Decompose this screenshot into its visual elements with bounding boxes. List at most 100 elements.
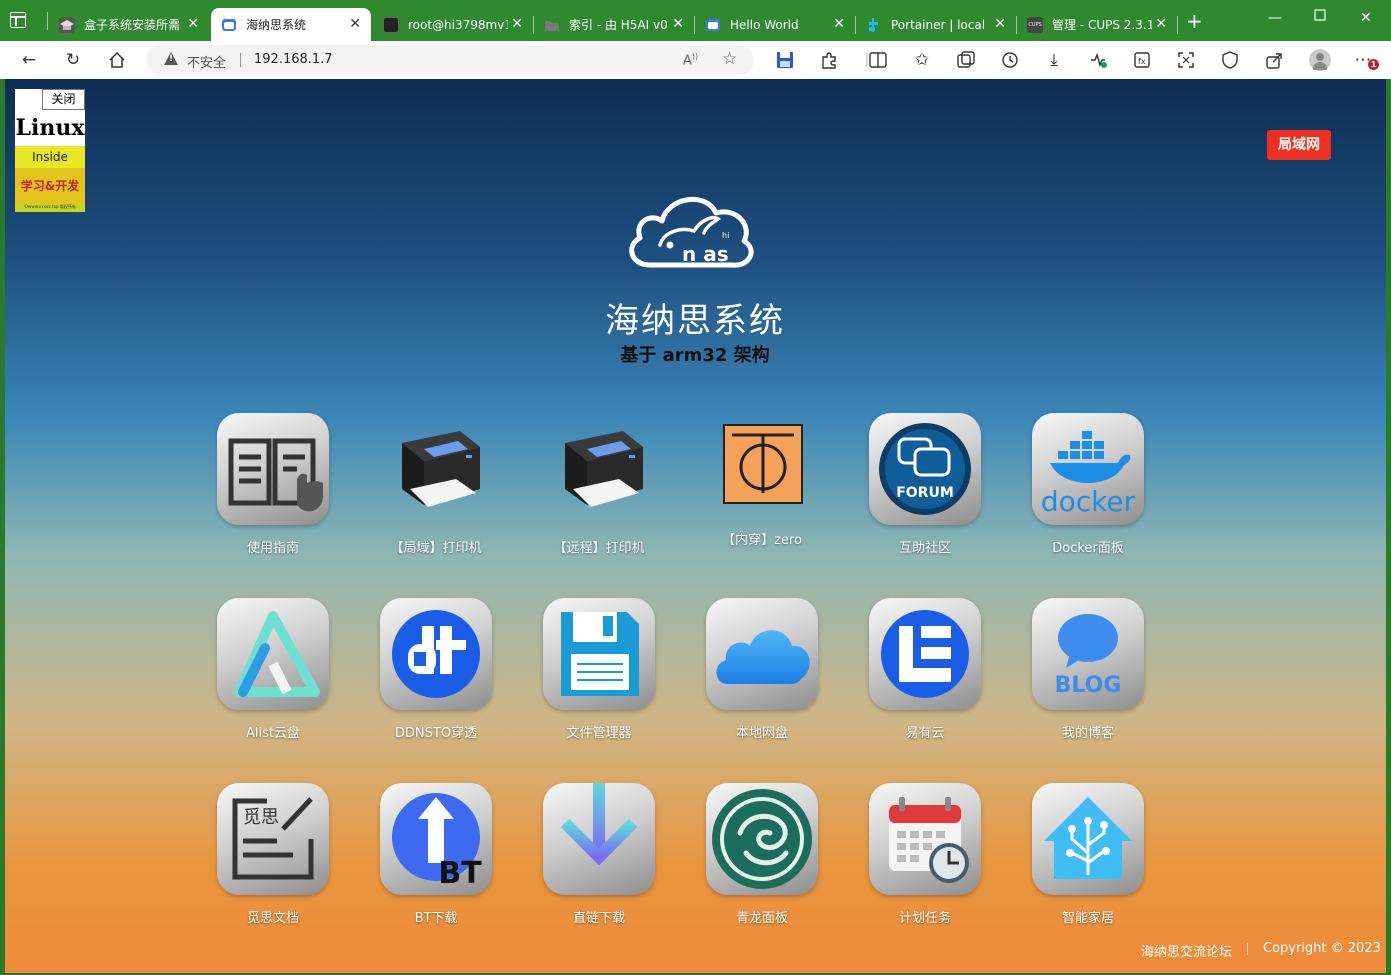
back-icon[interactable]: ← [18, 49, 40, 71]
screenshot-icon[interactable] [1175, 49, 1197, 71]
app-blog[interactable]: BLOG 我的博客 [1013, 598, 1163, 741]
app-guide[interactable]: 使用指南 [198, 413, 348, 556]
tab-title: 盒子系统安装所需 [84, 18, 181, 32]
app-label: Alist云盘 [246, 726, 300, 741]
tab-title: Portainer | local [891, 17, 986, 32]
close-tab-icon[interactable]: ✕ [1155, 16, 1167, 32]
tab-terminal[interactable]: root@hi3798mv100 ✕ [373, 8, 533, 41]
app-lan-printer[interactable]: 【局域】打印机 [361, 413, 511, 556]
app-label: 易有云 [905, 726, 945, 741]
tab-hello-world[interactable]: Hello World ✕ [695, 8, 855, 41]
mindoc-text: 觅思 [243, 807, 279, 828]
edge-page-icon [221, 17, 237, 33]
app-local-disk[interactable]: 本地网盘 [687, 598, 837, 741]
address-bar[interactable]: 不安全 192.168.1.7 A)) ☆ [146, 45, 754, 75]
forum-text: FORUM [896, 485, 954, 501]
app-qinglong[interactable]: 青龙面板 [687, 783, 837, 926]
logo-hi: hi [722, 231, 729, 240]
app-file-manager[interactable]: 文件管理器 [524, 598, 674, 741]
close-tab-icon[interactable]: ✕ [349, 16, 361, 32]
printer-icon [380, 413, 492, 525]
tab-cups[interactable]: CUPS 管理 - CUPS 2.3.1 ✕ [1017, 8, 1177, 41]
floating-ad[interactable]: 关闭 Linux Inside 学习&开发 ©www.xxxxx.top 版权所… [15, 89, 85, 212]
browser-toolbar: ← ↻ 不安全 192.168.1.7 A)) ☆ | ✩ ⤓ fx [0, 41, 1391, 79]
printer-icon [543, 413, 655, 525]
maximize-icon[interactable] [1314, 8, 1326, 26]
forum-icon: FORUM [869, 413, 981, 525]
save-icon[interactable] [774, 49, 796, 71]
warning-icon[interactable] [164, 52, 178, 65]
lan-badge[interactable]: 局域网 [1267, 130, 1331, 160]
downloads-icon[interactable]: ⤓ [1043, 49, 1065, 71]
app-label: DDNSTO穿透 [394, 726, 478, 741]
favorite-star-icon[interactable]: ☆ [722, 49, 737, 69]
math-solver-icon[interactable]: fx [1131, 49, 1153, 71]
app-label: BT下载 [414, 911, 458, 926]
bt-text: BT [438, 856, 482, 891]
close-window-icon[interactable]: ✕ [1360, 10, 1372, 26]
tab-install-guide[interactable]: 盒子系统安装所需 ✕ [49, 8, 209, 41]
url-text[interactable]: 192.168.1.7 [254, 52, 333, 67]
tab-hinas[interactable]: 海纳思系统 ✕ [211, 8, 371, 41]
share-icon[interactable] [1263, 49, 1285, 71]
footer-forum-link[interactable]: 海纳思交流论坛 [1141, 941, 1232, 960]
app-scheduled-tasks[interactable]: 计划任务 [850, 783, 1000, 926]
footer-divider [1247, 943, 1248, 955]
browser-essentials-icon[interactable] [1219, 49, 1241, 71]
app-home-assistant[interactable]: 智能家居 [1013, 783, 1163, 926]
notification-badge: 1 [1368, 59, 1379, 70]
home-icon[interactable] [106, 49, 128, 71]
app-remote-printer[interactable]: 【远程】打印机 [524, 413, 674, 556]
ddnsto-icon [380, 598, 492, 710]
close-tab-icon[interactable]: ✕ [994, 16, 1006, 32]
close-tab-icon[interactable]: ✕ [511, 16, 523, 32]
read-aloud-icon[interactable]: A)) [683, 52, 698, 68]
browser-tab-strip: 盒子系统安装所需 ✕ 海纳思系统 ✕ root@hi3798mv100 ✕ 索引… [0, 0, 1391, 41]
app-docker[interactable]: docker Docker面板 [1013, 413, 1163, 556]
logo-text: n as [682, 242, 729, 266]
app-alist[interactable]: Alist云盘 [198, 598, 348, 741]
tab-actions-icon[interactable] [10, 12, 26, 28]
minimize-icon[interactable]: — [1268, 10, 1282, 26]
app-label: 本地网盘 [735, 726, 788, 741]
favorites-icon[interactable]: ✩ [911, 49, 933, 71]
app-linkease[interactable]: 易有云 [850, 598, 1000, 741]
extensions-icon[interactable] [818, 49, 840, 71]
ad-spacer [15, 89, 42, 110]
book-hand-icon [217, 413, 329, 525]
hinas-logo-icon: n as hi [629, 196, 754, 268]
app-ddnsto[interactable]: DDNSTO穿透 [361, 598, 511, 741]
qinglong-dragon-icon [706, 783, 818, 895]
app-direct-download[interactable]: 直链下载 [524, 783, 674, 926]
ad-tagline: Inside [15, 146, 85, 168]
history-icon[interactable] [999, 49, 1021, 71]
mindoc-icon: 觅思 [217, 783, 329, 895]
ad-close-button[interactable]: 关闭 [42, 89, 85, 110]
app-bt-download[interactable]: BT BT下载 [361, 783, 511, 926]
close-tab-icon[interactable]: ✕ [672, 16, 684, 32]
divider [240, 53, 241, 67]
app-zerotier[interactable]: 【内穿】zero [687, 413, 837, 548]
app-mindoc[interactable]: 觅思 觅思文档 [198, 783, 348, 926]
terminal-icon [383, 16, 399, 33]
app-label: 文件管理器 [566, 726, 632, 741]
refresh-icon[interactable]: ↻ [62, 49, 84, 71]
split-screen-icon[interactable] [867, 49, 889, 71]
collections-icon[interactable] [955, 49, 977, 71]
close-tab-icon[interactable]: ✕ [833, 16, 845, 32]
new-tab-button[interactable]: + [1186, 11, 1203, 31]
tab-title: root@hi3798mv100 [408, 17, 508, 32]
app-forum[interactable]: FORUM 互助社区 [850, 413, 1000, 556]
security-status[interactable]: 不安全 [187, 52, 226, 71]
portainer-icon [866, 17, 882, 33]
tab-portainer[interactable]: Portainer | local ✕ [856, 8, 1016, 41]
tab-h5ai[interactable]: 索引 - 由 H5AI v0. ✕ [534, 8, 694, 41]
app-label: 青龙面板 [735, 911, 788, 926]
bt-download-icon: BT [380, 783, 492, 895]
blog-text: BLOG [1055, 673, 1122, 698]
performance-icon[interactable] [1087, 49, 1109, 71]
tab-title: 管理 - CUPS 2.3.1 [1052, 18, 1152, 32]
close-tab-icon[interactable]: ✕ [187, 16, 199, 32]
profile-avatar[interactable] [1309, 49, 1331, 71]
app-label: 【远程】打印机 [553, 541, 645, 556]
